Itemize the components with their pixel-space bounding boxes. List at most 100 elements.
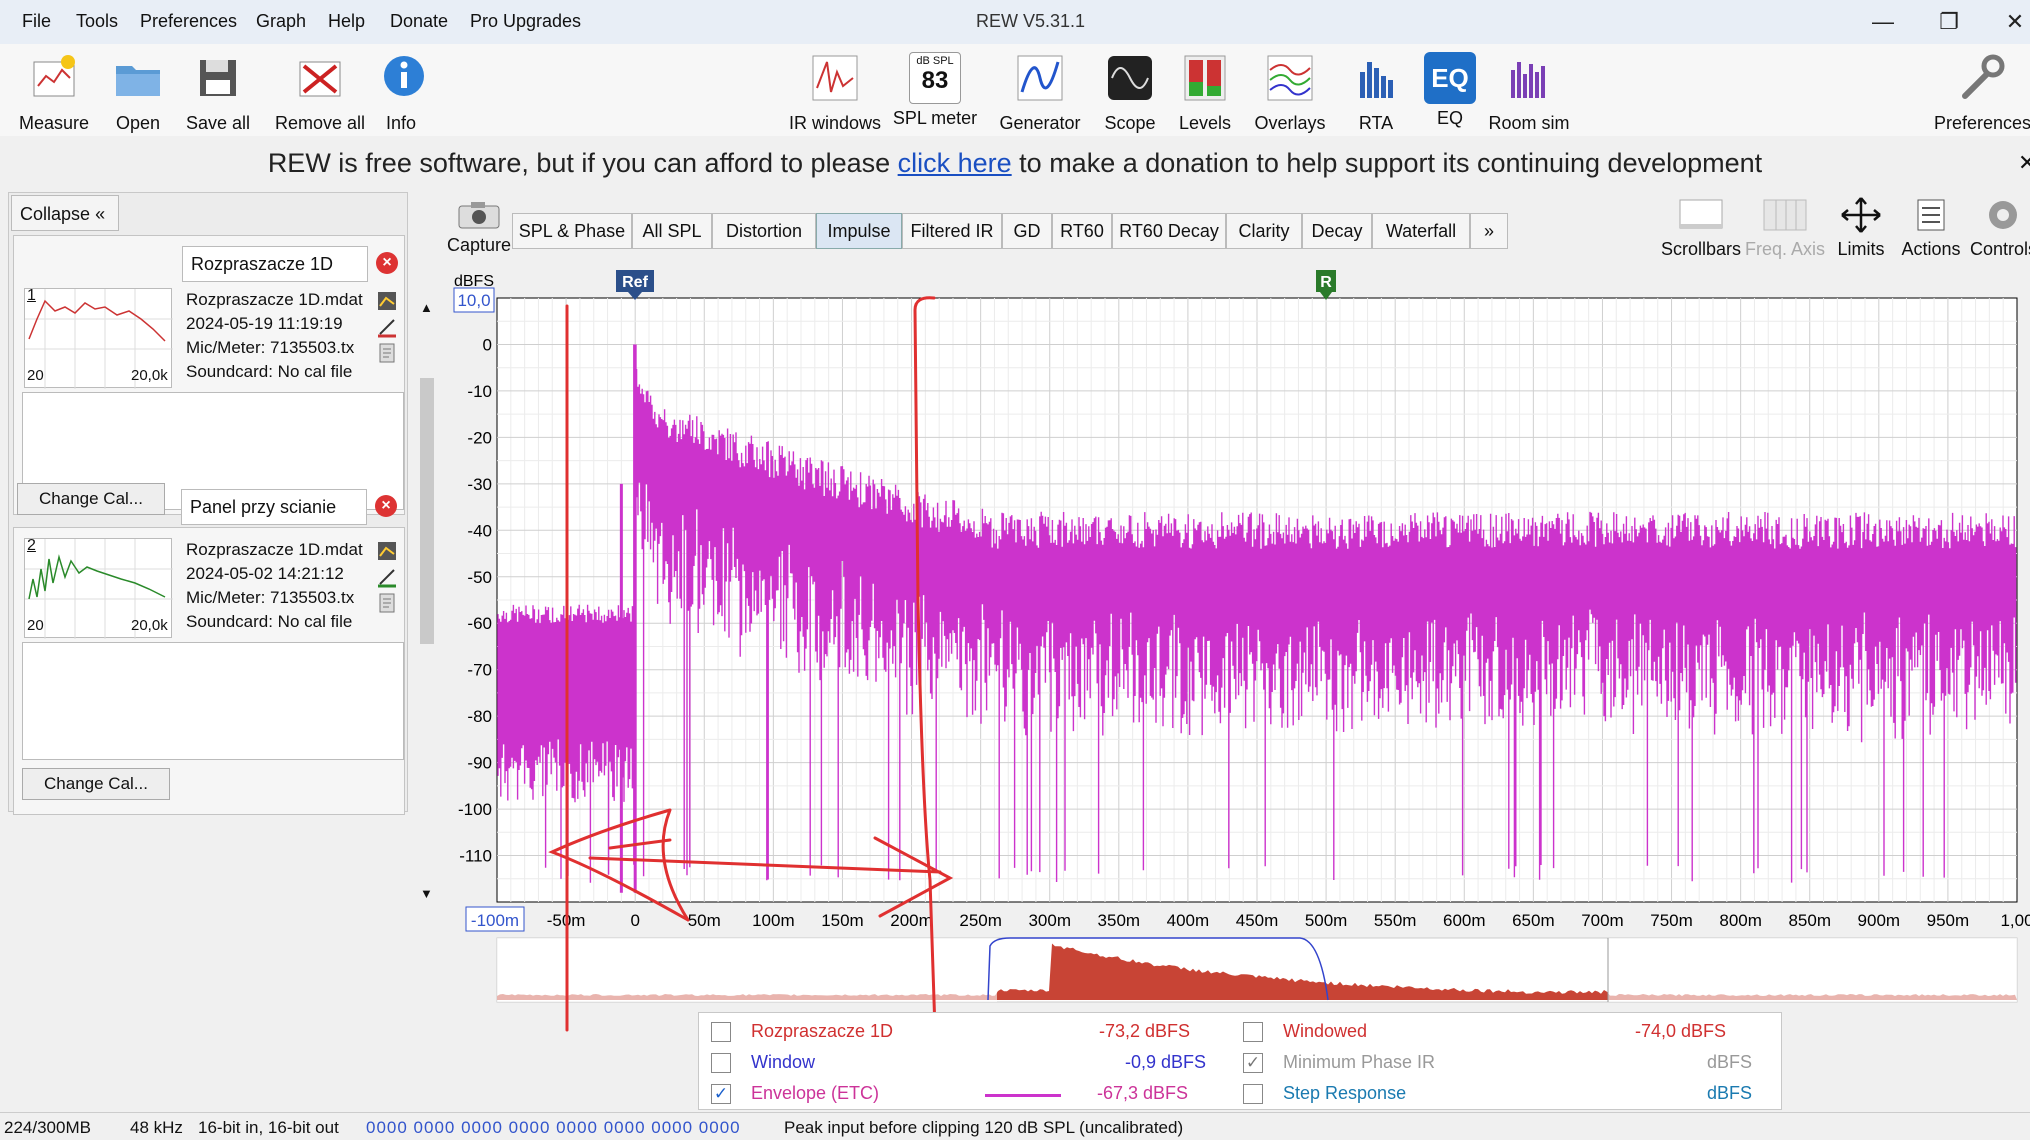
donate-link[interactable]: click here <box>898 148 1012 178</box>
tabs-more-button[interactable]: » <box>1470 213 1508 249</box>
legend-label: Minimum Phase IR <box>1283 1052 1436 1072</box>
tab-filtered-ir[interactable]: Filtered IR <box>902 213 1002 249</box>
minimize-button[interactable]: — <box>1858 6 1908 38</box>
r-marker[interactable] <box>1316 270 1336 292</box>
overview-fill <box>497 943 2017 1000</box>
legend-row-envelope[interactable]: ✓ Envelope (ETC) -67,3 dBFS <box>711 1081 1231 1109</box>
notes-icon[interactable] <box>376 592 398 614</box>
banner-close-icon[interactable]: ✕ <box>2018 150 2030 176</box>
open-label: Open <box>115 113 161 133</box>
save-all-button[interactable]: Save all <box>184 52 252 134</box>
menu-donate[interactable]: Donate <box>390 11 448 32</box>
remove-all-button[interactable]: Remove all <box>272 52 368 134</box>
menu-help[interactable]: Help <box>328 11 365 32</box>
tab-clarity[interactable]: Clarity <box>1226 213 1302 249</box>
legend-panel: Rozpraszacze 1D -73,2 dBFS Window -0,9 d… <box>698 1012 1782 1110</box>
x-left-box[interactable] <box>465 906 525 932</box>
x-tick-label: 550m <box>1374 911 1417 930</box>
tab-rt60[interactable]: RT60 <box>1052 213 1112 249</box>
legend-label: Window <box>751 1052 816 1072</box>
scroll-up-icon[interactable]: ▲ <box>420 300 433 315</box>
measurement-card-1[interactable]: Rozpraszacze 1D × 1 20 20,0k Rozpraszacz… <box>13 235 405 515</box>
graph-edit-icon[interactable] <box>376 540 398 562</box>
legend-label: Windowed <box>1283 1021 1368 1041</box>
scrollbars-icon <box>1679 199 1723 229</box>
freq-axis-button[interactable]: Freq. Axis <box>1742 196 1828 260</box>
legend-row-rozpraszacze[interactable]: Rozpraszacze 1D -73,2 dBFS <box>711 1019 1231 1047</box>
legend-row-windowed[interactable]: Windowed -74,0 dBFS <box>1243 1019 1763 1047</box>
room-sim-label: Room sim <box>1488 113 1570 133</box>
change-cal-button-2[interactable]: Change Cal... <box>22 768 170 800</box>
actions-button[interactable]: Actions <box>1896 196 1966 260</box>
camera-icon <box>458 202 500 229</box>
legend-checkbox-checked[interactable]: ✓ <box>711 1084 731 1104</box>
generator-label: Generator <box>999 113 1081 133</box>
measurement-name-field[interactable]: Rozpraszacze 1D <box>182 246 368 282</box>
restore-button[interactable]: ❐ <box>1924 6 1974 38</box>
tab-all-spl[interactable]: All SPL <box>632 213 712 249</box>
eq-button[interactable]: EQ EQ <box>1424 52 1476 129</box>
tab-rt60-decay[interactable]: RT60 Decay <box>1112 213 1226 249</box>
menu-pro-upgrades[interactable]: Pro Upgrades <box>470 11 581 32</box>
legend-checkbox[interactable] <box>711 1022 731 1042</box>
legend-checkbox-checked[interactable]: ✓ <box>1243 1053 1263 1073</box>
limits-button[interactable]: Limits <box>1830 196 1892 260</box>
delete-measurement-icon[interactable]: × <box>376 252 398 274</box>
spl-meter-button[interactable]: dB SPL 83 SPL meter <box>892 52 978 129</box>
collapse-button[interactable]: Collapse « <box>11 195 119 231</box>
legend-row-min-phase[interactable]: ✓ Minimum Phase IR dBFS <box>1243 1050 1763 1078</box>
tab-spl-phase[interactable]: SPL & Phase <box>512 213 632 249</box>
pen-icon[interactable] <box>376 566 398 588</box>
legend-checkbox[interactable] <box>711 1053 731 1073</box>
ref-marker-pointer <box>628 292 642 300</box>
tab-waterfall[interactable]: Waterfall <box>1372 213 1470 249</box>
legend-row-window[interactable]: Window -0,9 dBFS <box>711 1050 1231 1078</box>
legend-row-step[interactable]: Step Response dBFS <box>1243 1081 1763 1109</box>
tab-decay[interactable]: Decay <box>1302 213 1372 249</box>
y-top-box[interactable] <box>453 287 495 313</box>
info-button[interactable]: Info <box>378 52 424 134</box>
notes-icon[interactable] <box>376 342 398 364</box>
scroll-thumb[interactable] <box>420 378 434 644</box>
memory-usage[interactable]: 224/300MB <box>4 1118 91 1138</box>
peak-input-info: Peak input before clipping 120 dB SPL (u… <box>784 1118 1184 1137</box>
ir-windows-button[interactable]: IR windows <box>788 52 882 134</box>
measure-button[interactable]: Measure <box>18 52 90 134</box>
y-tick-label: -90 <box>467 754 492 773</box>
legend-checkbox[interactable] <box>1243 1084 1263 1104</box>
tab-impulse[interactable]: Impulse <box>816 213 902 249</box>
menu-preferences[interactable]: Preferences <box>140 11 237 32</box>
capture-button[interactable]: Capture <box>442 200 516 256</box>
legend-checkbox[interactable] <box>1243 1022 1263 1042</box>
panel-scrollbar[interactable]: ▲ ▼ <box>416 300 438 901</box>
measurement-notes[interactable] <box>22 642 404 760</box>
preferences-button[interactable]: Preferences <box>1934 52 2030 134</box>
delete-measurement-icon[interactable]: × <box>375 495 397 517</box>
legend-swatch <box>985 1094 1061 1097</box>
measurement-name-field[interactable]: Panel przy scianie <box>181 489 367 525</box>
graph-edit-icon[interactable] <box>376 290 398 312</box>
menu-file[interactable]: File <box>22 11 51 32</box>
rta-button[interactable]: RTA <box>1352 52 1400 134</box>
levels-button[interactable]: Levels <box>1178 52 1232 134</box>
menu-tools[interactable]: Tools <box>76 11 118 32</box>
open-button[interactable]: Open <box>106 52 170 134</box>
limits-label: Limits <box>1837 239 1885 259</box>
annotation-line-right <box>913 296 938 1062</box>
generator-button[interactable]: Generator <box>998 52 1082 134</box>
overview-strip[interactable] <box>496 937 2018 1003</box>
pen-icon[interactable] <box>376 316 398 338</box>
overlays-button[interactable]: Overlays <box>1254 52 1326 134</box>
menu-bar: File Tools Preferences Graph Help Donate… <box>0 0 2030 44</box>
ref-marker[interactable] <box>616 270 654 292</box>
menu-graph[interactable]: Graph <box>256 11 306 32</box>
scope-button[interactable]: Scope <box>1104 52 1156 134</box>
room-sim-button[interactable]: Room sim <box>1488 52 1570 134</box>
controls-button[interactable]: Controls <box>1970 196 2030 260</box>
scrollbars-button[interactable]: Scrollbars <box>1654 196 1748 260</box>
scroll-down-icon[interactable]: ▼ <box>420 886 433 901</box>
tab-distortion[interactable]: Distortion <box>712 213 816 249</box>
tab-gd[interactable]: GD <box>1002 213 1052 249</box>
measurement-mic: Mic/Meter: 7135503.tx <box>186 588 355 607</box>
close-button[interactable]: ✕ <box>1990 6 2030 38</box>
